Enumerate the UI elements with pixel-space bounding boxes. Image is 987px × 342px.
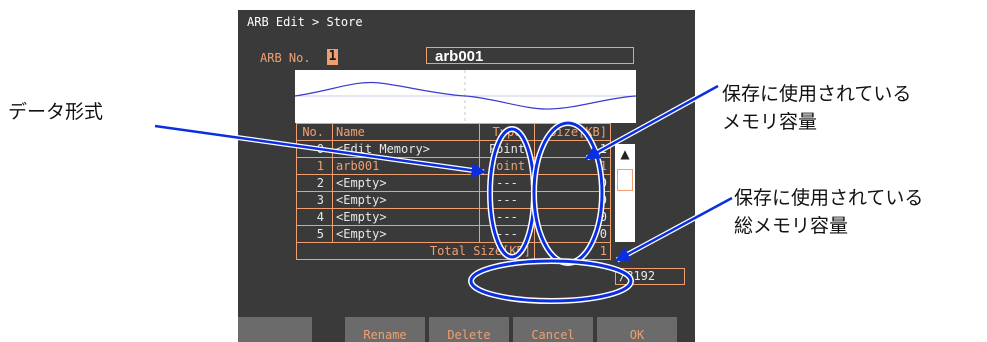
total-size-highlight <box>469 259 633 303</box>
type-column-highlight <box>488 127 536 259</box>
callout-overlay <box>154 83 734 304</box>
total-memory-arrow <box>614 196 733 262</box>
data-format-arrow <box>154 124 487 178</box>
used-memory-arrow <box>584 84 719 160</box>
size-column-highlight <box>532 121 604 265</box>
